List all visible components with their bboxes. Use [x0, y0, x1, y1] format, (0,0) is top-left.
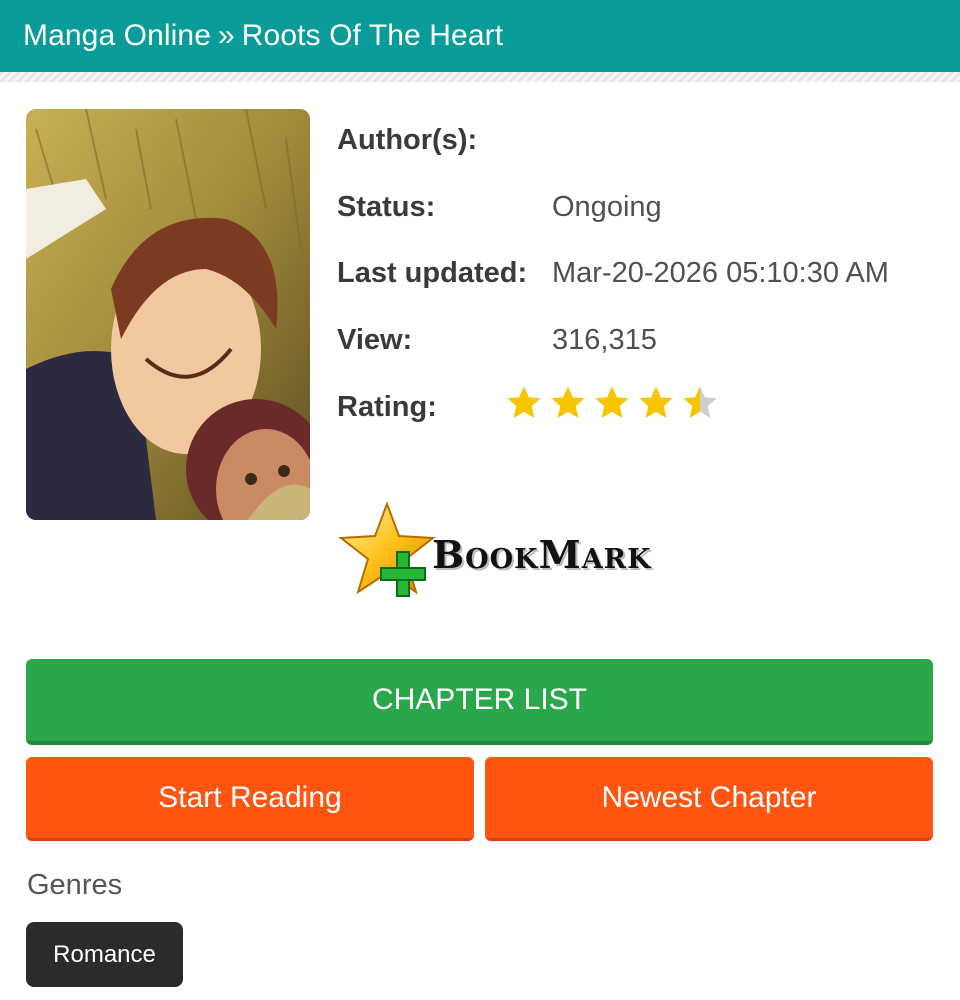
author-label: Author(s):	[337, 124, 478, 156]
status-value: Ongoing	[552, 191, 662, 223]
star-plus-icon	[338, 501, 436, 597]
start-reading-button[interactable]: Start Reading	[26, 757, 474, 841]
rating-star-icon[interactable]	[593, 384, 631, 422]
header-divider	[0, 72, 960, 82]
view-count-value: 316,315	[552, 324, 657, 356]
rating-star-icon[interactable]	[505, 384, 543, 422]
genres-heading: Genres	[27, 869, 123, 901]
breadcrumb-separator: »	[217, 19, 235, 52]
newest-chapter-button[interactable]: Newest Chapter	[485, 757, 933, 841]
view-label: View:	[337, 324, 413, 356]
bookmark-label: BookMark	[432, 532, 652, 577]
breadcrumb: Manga Online » Roots Of The Heart	[0, 0, 960, 72]
genre-tag-romance[interactable]: Romance	[26, 922, 183, 987]
bookmark-button[interactable]: BookMark	[335, 500, 665, 604]
rating-label: Rating:	[337, 391, 437, 423]
rating-star-icon[interactable]	[681, 384, 719, 422]
breadcrumb-home-link[interactable]: Manga Online	[23, 19, 211, 53]
manga-cover-image[interactable]	[26, 109, 310, 520]
chapter-list-button[interactable]: CHAPTER LIST	[26, 659, 933, 745]
last-updated-label: Last updated:	[337, 257, 528, 289]
rating-stars[interactable]	[505, 384, 719, 422]
cover-illustration	[26, 109, 310, 520]
breadcrumb-current-link[interactable]: Roots Of The Heart	[242, 19, 503, 53]
rating-star-icon[interactable]	[637, 384, 675, 422]
status-label: Status:	[337, 191, 436, 223]
last-updated-value: Mar-20-2026 05:10:30 AM	[552, 257, 889, 289]
rating-star-icon[interactable]	[549, 384, 587, 422]
